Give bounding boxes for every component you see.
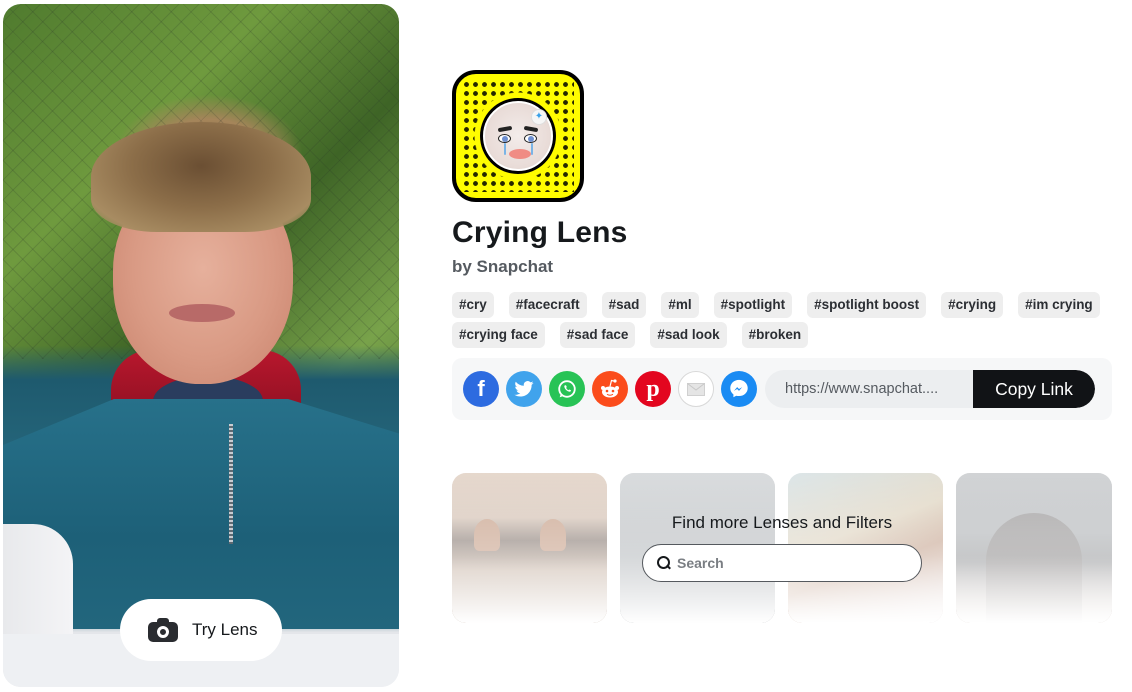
camera-icon bbox=[148, 618, 180, 642]
tag[interactable]: #im crying bbox=[1018, 292, 1100, 318]
search-icon bbox=[657, 556, 671, 570]
mail-icon bbox=[687, 382, 705, 396]
twitter-share-button[interactable] bbox=[506, 371, 542, 407]
tag[interactable]: #crying face bbox=[452, 322, 545, 348]
mouth bbox=[169, 304, 235, 322]
tag[interactable]: #sad face bbox=[559, 322, 636, 348]
facebook-share-button[interactable]: f bbox=[463, 371, 499, 407]
lens-title: Crying Lens bbox=[452, 216, 628, 249]
find-more-section: Find more Lenses and Filters bbox=[452, 473, 1112, 623]
email-share-button[interactable] bbox=[678, 371, 714, 407]
tag[interactable]: #crying bbox=[941, 292, 1004, 318]
lens-search-box[interactable] bbox=[642, 544, 922, 582]
whatsapp-icon bbox=[558, 380, 576, 398]
lens-icon: ✦ bbox=[480, 98, 556, 174]
find-more-title: Find more Lenses and Filters bbox=[671, 513, 893, 532]
share-link-url[interactable]: https://www.snapchat.... bbox=[765, 381, 973, 397]
hair bbox=[91, 122, 311, 232]
reddit-share-button[interactable] bbox=[592, 371, 628, 407]
reddit-icon bbox=[601, 379, 619, 398]
lens-author[interactable]: by Snapchat bbox=[452, 257, 553, 277]
messenger-icon bbox=[730, 379, 748, 398]
zipper bbox=[229, 424, 233, 544]
share-bar: f p https://www.snapchat.... Copy Link bbox=[452, 358, 1112, 420]
tag[interactable]: #facecraft bbox=[508, 292, 587, 318]
copy-link-button[interactable]: Copy Link bbox=[973, 370, 1095, 408]
twitter-icon bbox=[514, 381, 534, 397]
tag-list: #cry #facecraft #sad #ml #spotlight #spo… bbox=[452, 292, 1112, 348]
lens-thumbnail[interactable] bbox=[956, 473, 1112, 623]
tag[interactable]: #spotlight boost bbox=[807, 292, 927, 318]
snapcode[interactable]: ✦ bbox=[452, 70, 584, 202]
tag[interactable]: #spotlight bbox=[713, 292, 793, 318]
tag[interactable]: #sad bbox=[601, 292, 647, 318]
tag[interactable]: #sad look bbox=[650, 322, 727, 348]
magic-wand-icon: ✦ bbox=[531, 109, 547, 125]
facebook-icon: f bbox=[477, 376, 485, 401]
lens-preview-image bbox=[3, 4, 399, 687]
lens-thumbnail[interactable] bbox=[452, 473, 607, 623]
try-lens-button[interactable]: Try Lens bbox=[120, 599, 282, 661]
tag[interactable]: #cry bbox=[452, 292, 494, 318]
tag[interactable]: #broken bbox=[741, 322, 809, 348]
search-input[interactable] bbox=[677, 555, 897, 571]
whatsapp-share-button[interactable] bbox=[549, 371, 585, 407]
pinterest-share-button[interactable]: p bbox=[635, 371, 671, 407]
share-link-box: https://www.snapchat.... Copy Link bbox=[765, 370, 1095, 408]
try-lens-label: Try Lens bbox=[192, 620, 258, 639]
messenger-share-button[interactable] bbox=[721, 371, 757, 407]
tag[interactable]: #ml bbox=[661, 292, 699, 318]
pinterest-icon: p bbox=[646, 375, 660, 402]
